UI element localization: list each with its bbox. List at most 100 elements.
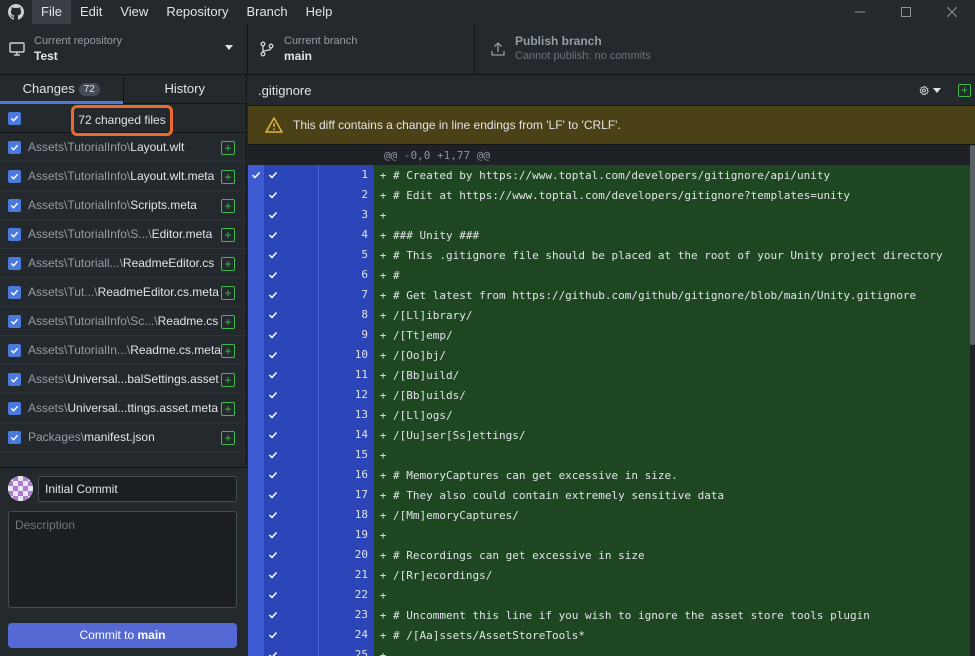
- diff-line[interactable]: 2 + # Edit at https://www.toptal.com/devel…: [248, 185, 970, 205]
- diff-line-check[interactable]: [264, 465, 318, 485]
- diff-line[interactable]: 11 + /[Bb]uild/: [248, 365, 970, 385]
- diff-line[interactable]: 10 + /[Oo]bj/: [248, 345, 970, 365]
- diff-line-select[interactable]: [248, 625, 264, 645]
- diff-line[interactable]: 6 + #: [248, 265, 970, 285]
- diff-line[interactable]: 7 + # Get latest from https://github.com/g…: [248, 285, 970, 305]
- diff-line-select[interactable]: [248, 605, 264, 625]
- diff-line-select[interactable]: [248, 425, 264, 445]
- diff-line-select[interactable]: [248, 465, 264, 485]
- diff-line[interactable]: 23 + # Uncomment this line if you wish to …: [248, 605, 970, 625]
- file-checkbox[interactable]: [8, 140, 21, 154]
- diff-line-select[interactable]: [248, 285, 264, 305]
- diff-line[interactable]: 13 + /[Ll]ogs/: [248, 405, 970, 425]
- file-list-item[interactable]: Assets\Universal...balSettings.asset +: [0, 365, 246, 394]
- file-list-item[interactable]: Assets\Tut...\ReadmeEditor.cs.meta +: [0, 278, 246, 307]
- diff-line-select[interactable]: [248, 405, 264, 425]
- diff-line-select[interactable]: [248, 265, 264, 285]
- file-checkbox[interactable]: [8, 401, 21, 415]
- diff-line[interactable]: 24 + # /[Aa]ssets/AssetStoreTools*: [248, 625, 970, 645]
- menu-help[interactable]: Help: [297, 0, 342, 24]
- diff-line-select[interactable]: [248, 565, 264, 585]
- diff-line-select[interactable]: [248, 645, 264, 656]
- file-list-item[interactable]: Assets\TutorialInfo\Layout.wlt +: [0, 133, 246, 162]
- maximize-icon[interactable]: [883, 0, 929, 24]
- diff-line-check[interactable]: [264, 585, 318, 605]
- diff-line-select[interactable]: [248, 585, 264, 605]
- file-list-item[interactable]: Assets\Tutoriall...\ReadmeEditor.cs +: [0, 249, 246, 278]
- diff-scrollbar[interactable]: [970, 145, 975, 345]
- file-checkbox[interactable]: [8, 227, 21, 241]
- menu-edit[interactable]: Edit: [71, 0, 111, 24]
- diff-line-check[interactable]: [264, 605, 318, 625]
- diff-line-select[interactable]: [248, 325, 264, 345]
- file-checkbox[interactable]: [8, 372, 21, 386]
- diff-line-check[interactable]: [264, 625, 318, 645]
- file-checkbox[interactable]: [8, 285, 21, 299]
- diff-line-select[interactable]: [248, 245, 264, 265]
- diff-line-check[interactable]: [264, 185, 318, 205]
- diff-line-check[interactable]: [264, 165, 318, 185]
- diff-line-select[interactable]: [248, 225, 264, 245]
- file-list-item[interactable]: Assets\TutorialInfo\Sc...\Readme.cs +: [0, 307, 246, 336]
- diff-line-check[interactable]: [264, 565, 318, 585]
- diff-line-check[interactable]: [264, 265, 318, 285]
- diff-line-check[interactable]: [264, 505, 318, 525]
- diff-line-check[interactable]: [264, 285, 318, 305]
- diff-line-select[interactable]: [248, 345, 264, 365]
- diff-line-check[interactable]: [264, 305, 318, 325]
- diff-line[interactable]: 19 +: [248, 525, 970, 545]
- diff-line[interactable]: 5 + # This .gitignore file should be place…: [248, 245, 970, 265]
- diff-line[interactable]: 20 + # Recordings can get excessive in siz…: [248, 545, 970, 565]
- diff-line-select[interactable]: [248, 385, 264, 405]
- diff-line[interactable]: 3 +: [248, 205, 970, 225]
- commit-button[interactable]: Commit to main: [8, 623, 237, 648]
- file-list-item[interactable]: Assets\TutorialInfo\Scripts.meta +: [0, 191, 246, 220]
- diff-line[interactable]: 12 + /[Bb]uilds/: [248, 385, 970, 405]
- diff-line-check[interactable]: [264, 405, 318, 425]
- diff-line[interactable]: 25 +: [248, 645, 970, 656]
- file-checkbox[interactable]: [8, 430, 21, 444]
- diff-line-check[interactable]: [264, 645, 318, 656]
- commit-description-input[interactable]: [8, 511, 237, 608]
- gear-icon[interactable]: [919, 81, 941, 99]
- diff-line[interactable]: 14 + /[Uu]ser[Ss]ettings/: [248, 425, 970, 445]
- diff-line-check[interactable]: [264, 545, 318, 565]
- diff-line[interactable]: 1 + # Created by https://www.toptal.com/de…: [248, 165, 970, 185]
- diff-line-select[interactable]: [248, 305, 264, 325]
- tab-changes[interactable]: Changes 72: [0, 75, 124, 104]
- menu-repository[interactable]: Repository: [157, 0, 237, 24]
- diff-line-check[interactable]: [264, 525, 318, 545]
- diff-line-check[interactable]: [264, 425, 318, 445]
- diff-line[interactable]: 21 + /[Rr]ecordings/: [248, 565, 970, 585]
- diff-line-check[interactable]: [264, 385, 318, 405]
- diff-line-select[interactable]: [248, 485, 264, 505]
- diff-line-check[interactable]: [264, 345, 318, 365]
- diff-line[interactable]: 8 + /[Ll]ibrary/: [248, 305, 970, 325]
- diff-line-select[interactable]: [248, 165, 264, 185]
- current-branch-button[interactable]: Current branch main: [248, 24, 475, 74]
- diff-line-check[interactable]: [264, 445, 318, 465]
- file-list-item[interactable]: Assets\TutorialInfo\Layout.wlt.meta +: [0, 162, 246, 191]
- file-list-item[interactable]: Assets\Universal...ttings.asset.meta +: [0, 394, 246, 423]
- diff-line-select[interactable]: [248, 205, 264, 225]
- diff-line[interactable]: 18 + /[Mm]emoryCaptures/: [248, 505, 970, 525]
- menu-branch[interactable]: Branch: [237, 0, 296, 24]
- menu-view[interactable]: View: [111, 0, 157, 24]
- tab-history[interactable]: History: [124, 75, 247, 103]
- diff-line-check[interactable]: [264, 245, 318, 265]
- current-repository-button[interactable]: Current repository Test: [0, 24, 248, 74]
- diff-line-select[interactable]: [248, 445, 264, 465]
- commit-summary-input[interactable]: [38, 476, 237, 502]
- diff-line-select[interactable]: [248, 545, 264, 565]
- diff-line-check[interactable]: [264, 205, 318, 225]
- menu-file[interactable]: File: [32, 0, 71, 24]
- file-checkbox[interactable]: [8, 314, 21, 328]
- file-checkbox[interactable]: [8, 198, 21, 212]
- diff-line-select[interactable]: [248, 185, 264, 205]
- close-icon[interactable]: [929, 0, 975, 24]
- diff-line[interactable]: 16 + # MemoryCaptures can get excessive in…: [248, 465, 970, 485]
- file-list-item[interactable]: Assets\TutorialInfo\S...\Editor.meta +: [0, 220, 246, 249]
- diff-line[interactable]: 17 + # They also could contain extremely s…: [248, 485, 970, 505]
- diff-line-select[interactable]: [248, 505, 264, 525]
- diff-line[interactable]: 15 +: [248, 445, 970, 465]
